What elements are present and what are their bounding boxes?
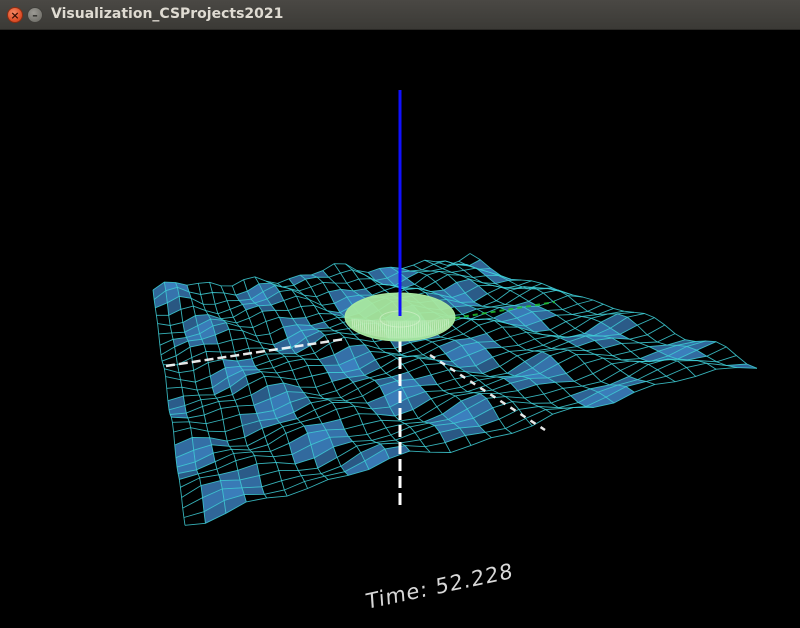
close-icon: × [10,8,20,22]
window-titlebar: × – Visualization_CSProjects2021 [0,0,800,30]
close-button[interactable]: × [7,7,23,23]
minimize-button[interactable]: – [27,7,43,23]
wave-surface [152,253,758,526]
window-title: Visualization_CSProjects2021 [51,6,284,22]
opengl-viewport[interactable]: Time: 52.228 [0,30,800,628]
minimize-icon: – [32,8,38,22]
scene-canvas [0,30,800,628]
